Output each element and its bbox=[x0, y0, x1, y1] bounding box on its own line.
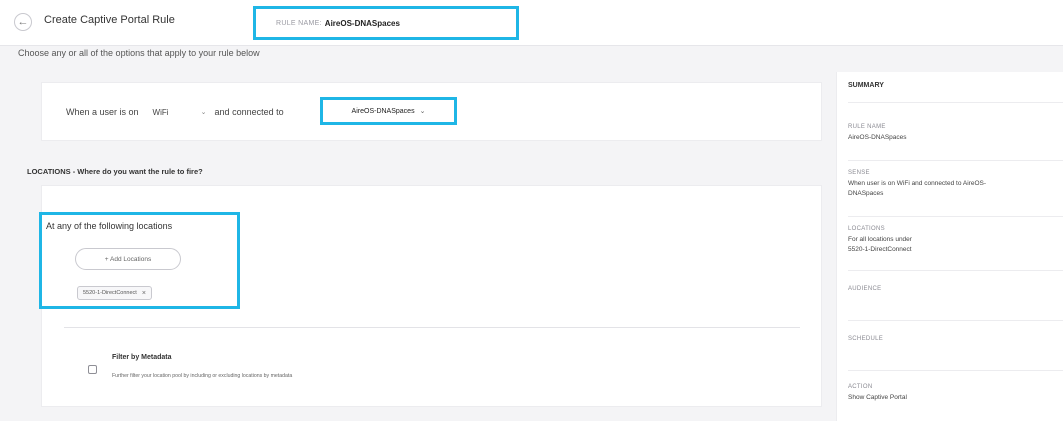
summary-rule-name-value: AireOS-DNASpaces bbox=[848, 134, 907, 141]
sense-card: When a user is on WiFi ⌄ and connected t… bbox=[41, 82, 822, 141]
summary-sense-value: When user is on WiFi and connected to Ai… bbox=[848, 179, 1060, 199]
locations-selector: At any of the following locations + Add … bbox=[39, 212, 240, 309]
connected-label: and connected to bbox=[214, 107, 284, 117]
network-dropdown[interactable]: AireOS-DNASpaces ⌄ bbox=[320, 97, 457, 125]
network-dropdown-value: AireOS-DNASpaces bbox=[351, 107, 415, 115]
chevron-down-icon: ⌄ bbox=[419, 108, 426, 115]
rule-name-field[interactable]: RULE NAME: AireOS-DNASpaces bbox=[253, 6, 519, 40]
summary-locations-value: For all locations under 5520-1-DirectCon… bbox=[848, 235, 1060, 255]
summary-rule-name-label: RULE NAME bbox=[848, 124, 886, 130]
sense-dropdown-value: WiFi bbox=[152, 107, 169, 117]
rule-name-label: RULE NAME: bbox=[276, 19, 322, 27]
summary-audience: AUDIENCE bbox=[848, 286, 1060, 292]
summary-panel: SUMMARY RULE NAME AireOS-DNASpaces SENSE… bbox=[836, 72, 1063, 421]
locations-heading: LOCATIONS - Where do you want the rule t… bbox=[27, 167, 203, 176]
divider bbox=[848, 216, 1063, 217]
sense-dropdown[interactable]: WiFi ⌄ bbox=[153, 108, 207, 117]
divider bbox=[848, 270, 1063, 271]
summary-schedule: SCHEDULE bbox=[848, 336, 1060, 342]
locations-card: At any of the following locations + Add … bbox=[39, 185, 822, 407]
summary-sense-line-1: When user is on WiFi and connected to Ai… bbox=[848, 180, 987, 187]
filter-metadata-description: Further filter your location pool by inc… bbox=[112, 373, 293, 379]
summary-locations-label: LOCATIONS bbox=[848, 226, 885, 232]
close-icon[interactable]: × bbox=[142, 290, 146, 297]
summary-action-label: ACTION bbox=[848, 384, 873, 390]
sense-prefix-label: When a user is on bbox=[66, 107, 139, 117]
instruction-text: Choose any or all of the options that ap… bbox=[18, 48, 260, 58]
add-locations-button[interactable]: + Add Locations bbox=[75, 248, 181, 270]
summary-title: SUMMARY bbox=[848, 82, 884, 89]
summary-locations-line-1: For all locations under bbox=[848, 236, 912, 243]
summary-locations-line-2: 5520-1-DirectConnect bbox=[848, 246, 912, 253]
back-arrow-icon[interactable]: ← bbox=[14, 13, 32, 31]
chevron-down-icon: ⌄ bbox=[200, 109, 207, 116]
rule-name-value[interactable]: AireOS-DNASpaces bbox=[325, 19, 400, 28]
summary-rule-name: RULE NAME AireOS-DNASpaces bbox=[848, 124, 1060, 143]
filter-metadata-checkbox[interactable] bbox=[88, 365, 97, 374]
summary-schedule-label: SCHEDULE bbox=[848, 336, 884, 342]
summary-sense-line-2: DNASpaces bbox=[848, 190, 884, 197]
summary-action: ACTION Show Captive Portal bbox=[848, 384, 1060, 403]
summary-action-value: Show Captive Portal bbox=[848, 394, 907, 401]
summary-audience-label: AUDIENCE bbox=[848, 286, 882, 292]
summary-sense: SENSE When user is on WiFi and connected… bbox=[848, 170, 1060, 199]
divider bbox=[848, 102, 1063, 103]
filter-metadata-title: Filter by Metadata bbox=[112, 354, 172, 361]
divider bbox=[848, 370, 1063, 371]
divider bbox=[64, 327, 800, 328]
divider bbox=[848, 160, 1063, 161]
top-bar: ← Create Captive Portal Rule RULE NAME: … bbox=[0, 0, 1063, 46]
divider bbox=[848, 320, 1063, 321]
summary-locations: LOCATIONS For all locations under 5520-1… bbox=[848, 226, 1060, 255]
sense-row: When a user is on WiFi ⌄ and connected t… bbox=[66, 107, 284, 117]
page-title: Create Captive Portal Rule bbox=[44, 14, 175, 26]
location-chip: 5520-1-DirectConnect × bbox=[77, 286, 152, 300]
location-chip-label: 5520-1-DirectConnect bbox=[83, 290, 137, 296]
summary-sense-label: SENSE bbox=[848, 170, 870, 176]
locations-box-title: At any of the following locations bbox=[46, 221, 173, 231]
